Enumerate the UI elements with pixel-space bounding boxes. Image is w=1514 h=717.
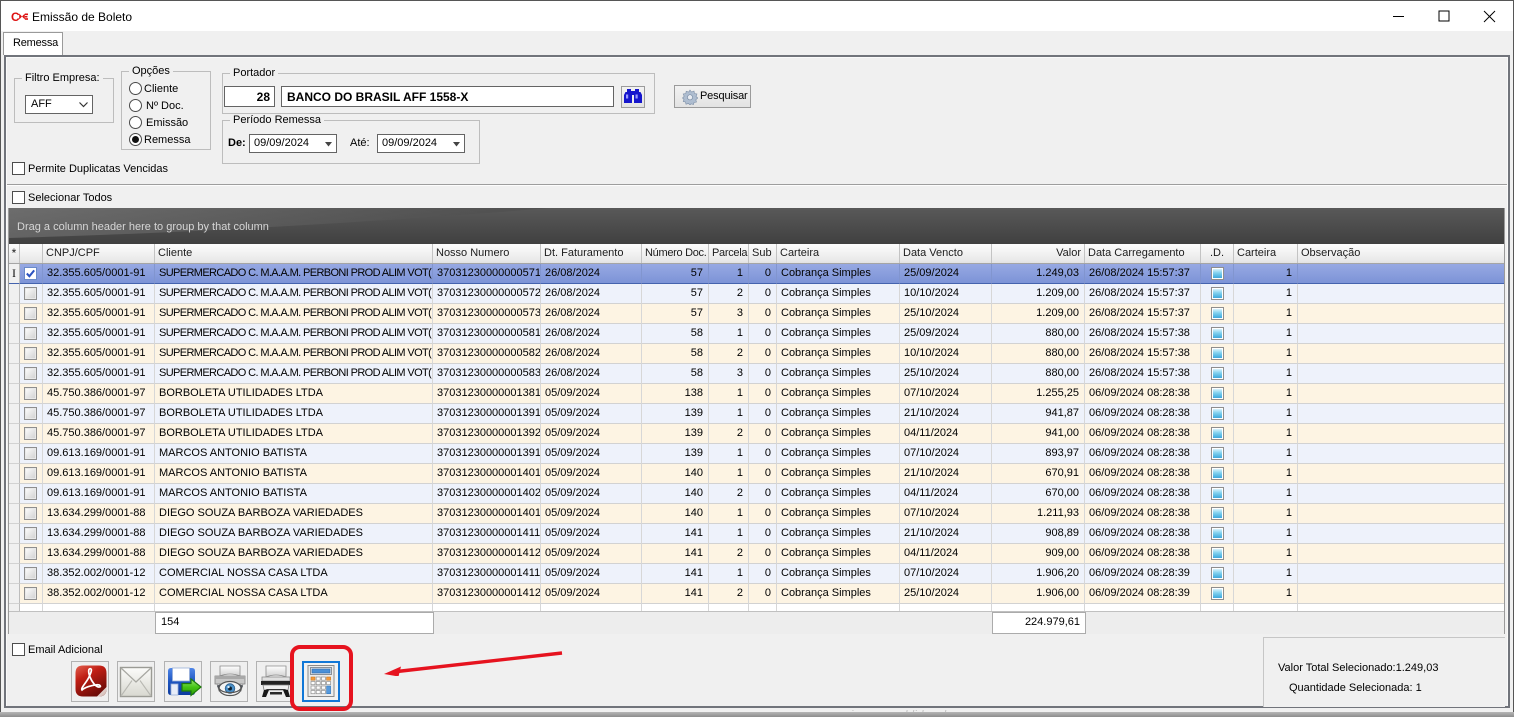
svg-text:C: C: [11, 10, 20, 24]
